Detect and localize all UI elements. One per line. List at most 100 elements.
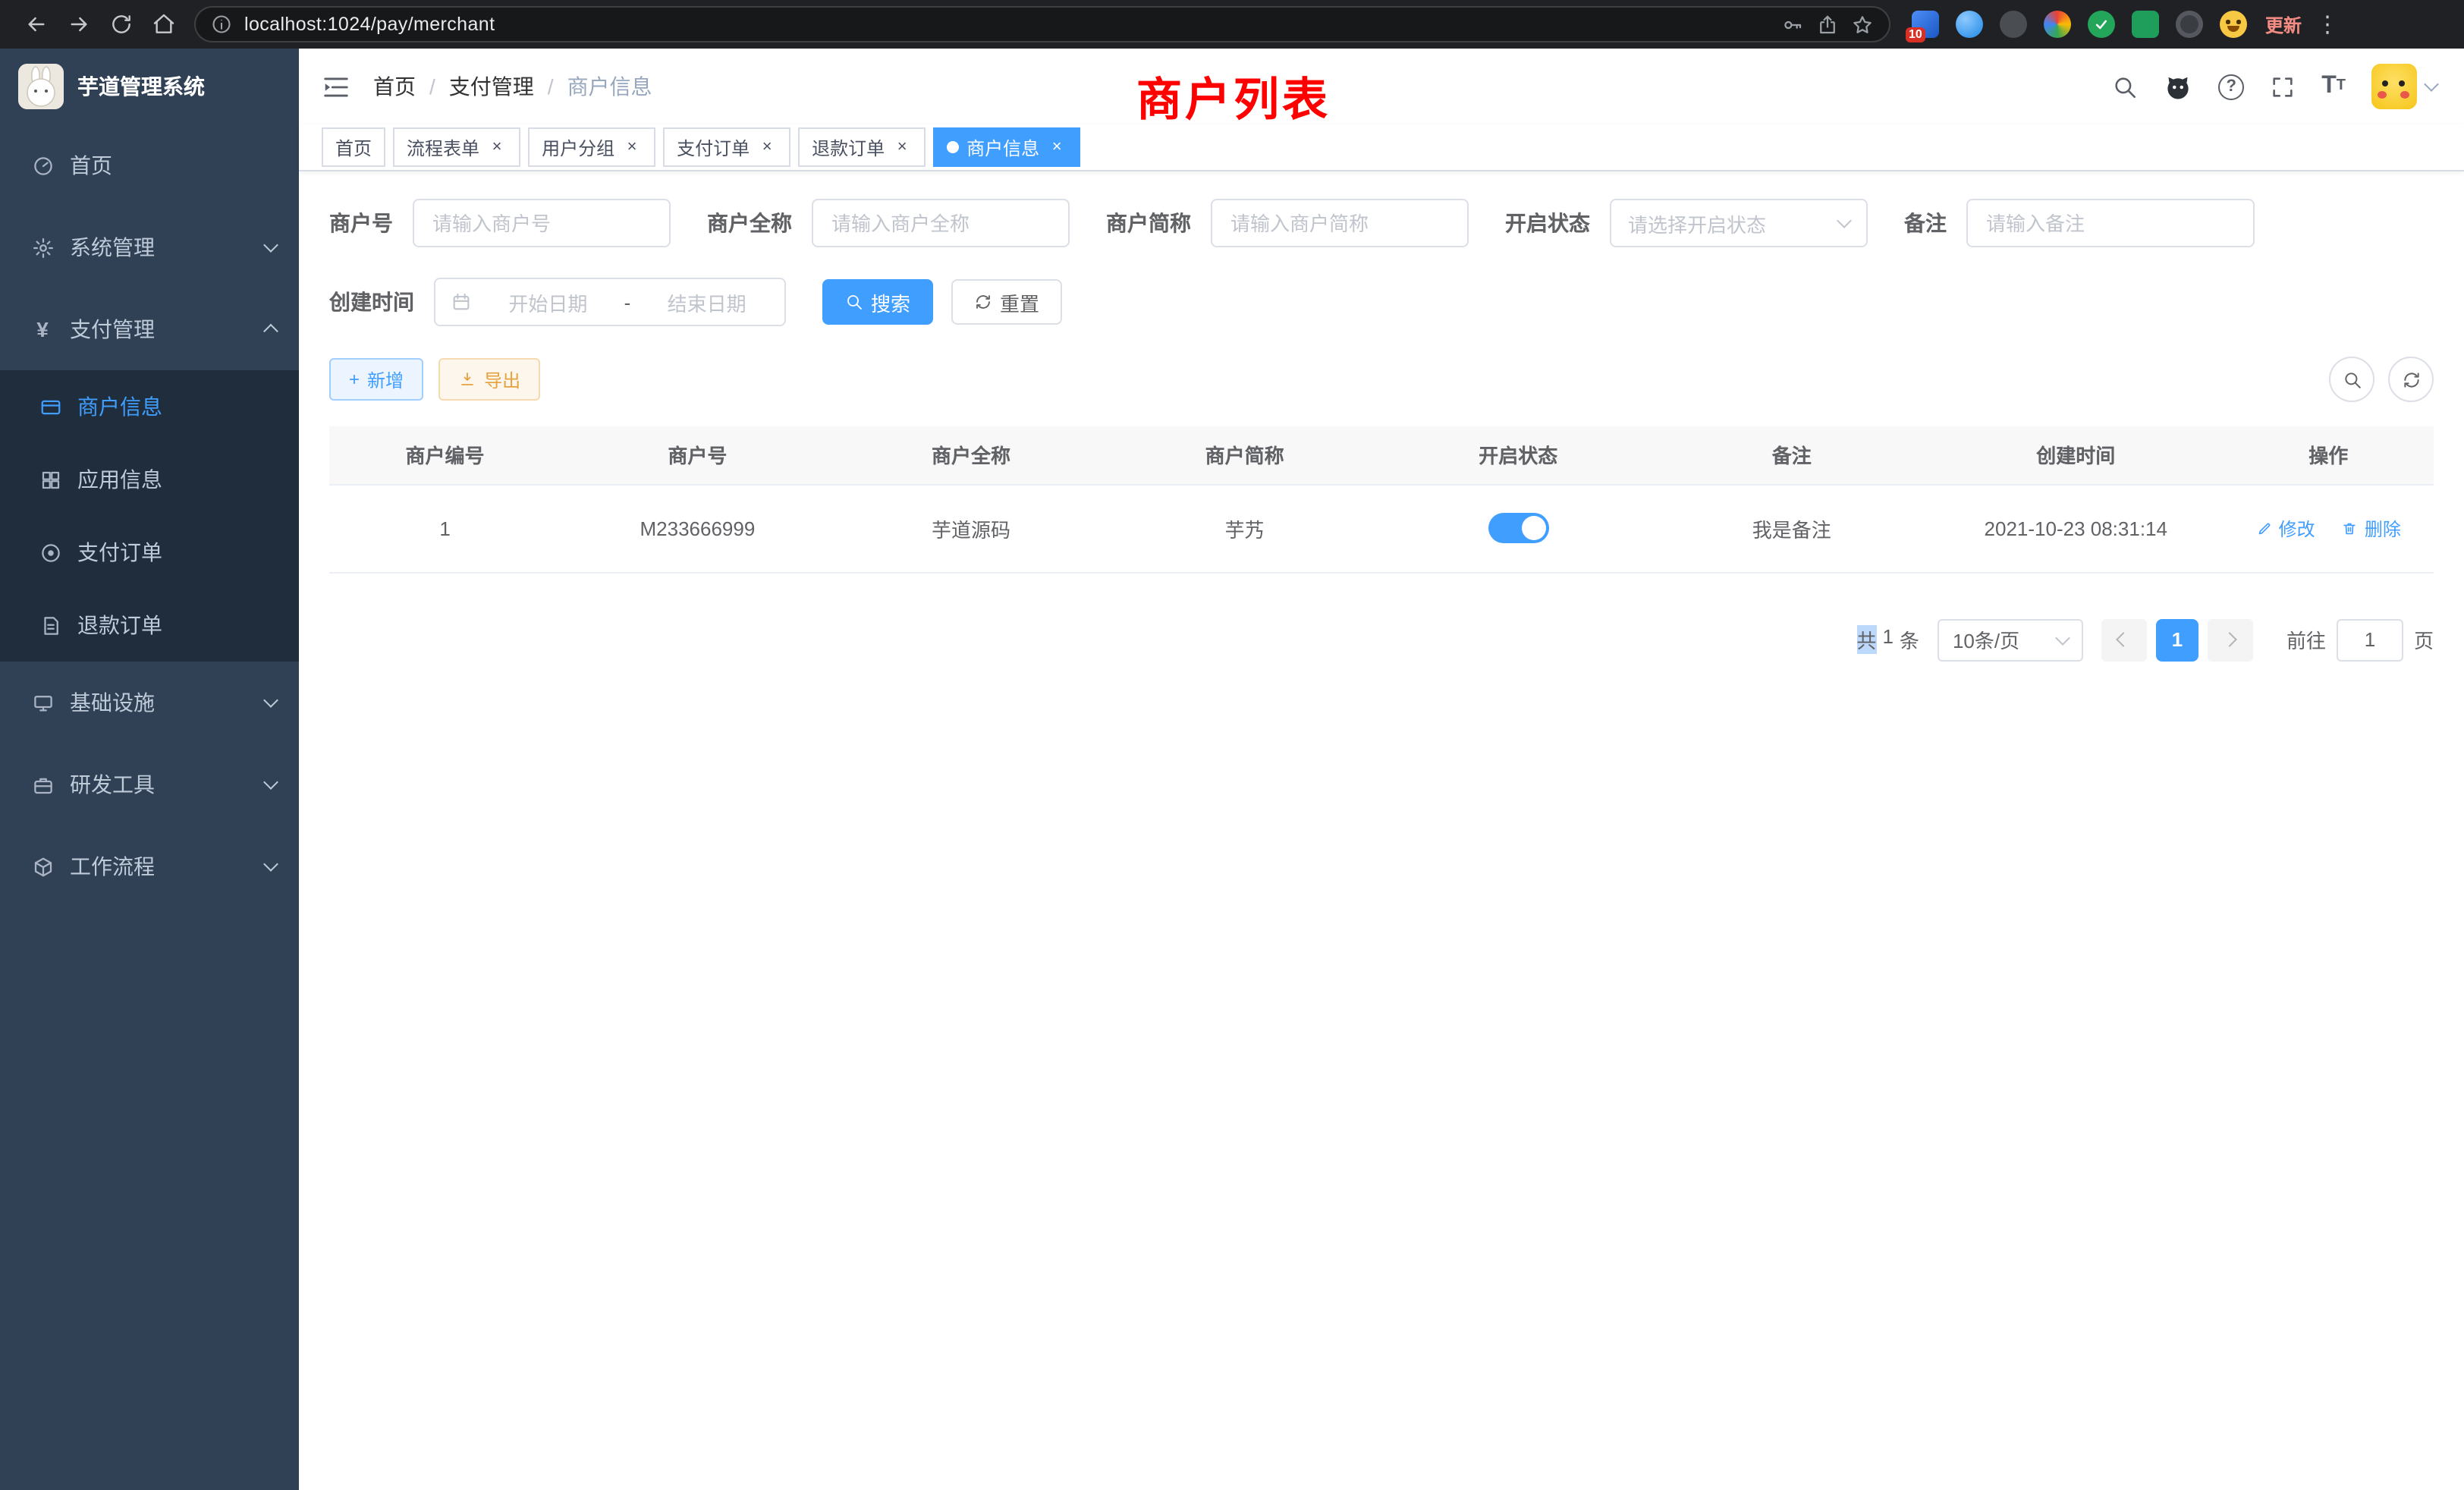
browser-menu-icon[interactable]: ⋮: [2314, 11, 2341, 38]
user-avatar-menu[interactable]: [2371, 64, 2437, 109]
fullscreen-icon[interactable]: [2270, 74, 2296, 99]
page-number-1[interactable]: 1: [2156, 618, 2198, 661]
bookmark-star-icon[interactable]: [1851, 13, 1874, 36]
close-icon[interactable]: ×: [757, 137, 777, 157]
browser-reload-icon[interactable]: [100, 3, 143, 46]
table-tools: [2329, 357, 2434, 402]
extension-badge: 10: [1906, 27, 1925, 42]
short-name-input[interactable]: [1211, 199, 1469, 247]
help-icon[interactable]: ?: [2218, 74, 2244, 99]
sidebar-item-system[interactable]: 系统管理: [0, 206, 299, 288]
close-icon[interactable]: ×: [487, 137, 507, 157]
browser-profile-avatar[interactable]: [2220, 11, 2247, 38]
tab-flow-form[interactable]: 流程表单 ×: [393, 127, 520, 167]
reset-button-label: 重置: [1000, 288, 1039, 316]
cube-icon: [29, 855, 56, 878]
payment-submenu: 商户信息 应用信息 支付订单: [0, 370, 299, 662]
navbar-tools: ? TT: [2112, 64, 2464, 109]
add-button[interactable]: + 新增: [329, 358, 423, 401]
chevron-down-icon: [2424, 77, 2439, 92]
github-icon[interactable]: [2164, 72, 2192, 101]
merchant-no-input[interactable]: [413, 199, 671, 247]
app-logo[interactable]: 芋道管理系统: [0, 49, 299, 124]
page-info-icon[interactable]: [211, 14, 232, 35]
search-icon[interactable]: [2112, 74, 2138, 99]
cell-full-name: 芋道源码: [834, 484, 1108, 572]
sidebar-item-label: 支付管理: [70, 314, 155, 344]
status-toggle[interactable]: [1488, 513, 1548, 543]
breadcrumb-separator: /: [548, 74, 554, 99]
tab-user-group[interactable]: 用户分组 ×: [528, 127, 655, 167]
sidebar-item-refund-order[interactable]: 退款订单: [0, 589, 299, 662]
merchant-table: 商户编号 商户号 商户全称 商户简称 开启状态 备注 创建时间 操作 1: [329, 426, 2434, 573]
sidebar-toggle-icon[interactable]: [299, 49, 373, 124]
sidebar-item-dev-tools[interactable]: 研发工具: [0, 743, 299, 825]
extension-icon-green-check[interactable]: [2088, 11, 2115, 38]
extension-icon-blue[interactable]: 10: [1912, 11, 1939, 38]
tab-pay-order[interactable]: 支付订单 ×: [663, 127, 790, 167]
create-time-range-picker[interactable]: 开始日期 - 结束日期: [434, 278, 786, 326]
yen-icon: ¥: [29, 317, 56, 341]
column-header: 备注: [1655, 426, 1929, 484]
chevron-down-icon: [263, 237, 278, 253]
sidebar-item-merchant-info[interactable]: 商户信息: [0, 370, 299, 443]
browser-back-icon[interactable]: [15, 3, 58, 46]
address-bar[interactable]: localhost:1024/pay/merchant: [194, 6, 1890, 42]
refresh-icon[interactable]: [2388, 357, 2434, 402]
extension-icon-droplet[interactable]: [1956, 11, 1983, 38]
next-page-button[interactable]: [2208, 618, 2253, 661]
page-size-select[interactable]: 10条/页: [1938, 618, 2083, 661]
browser-update-button[interactable]: 更新: [2265, 11, 2302, 37]
tab-refund-order[interactable]: 退款订单 ×: [798, 127, 926, 167]
cell-remark: 我是备注: [1655, 484, 1929, 572]
sidebar-item-infrastructure[interactable]: 基础设施: [0, 662, 299, 743]
table-header-row: 商户编号 商户号 商户全称 商户简称 开启状态 备注 创建时间 操作: [329, 426, 2434, 484]
page-content: 商户号 商户全称 商户简称 开启状态 请选择开启状态: [299, 171, 2464, 1490]
sidebar-item-payment[interactable]: ¥ 支付管理: [0, 288, 299, 370]
sidebar-item-workflow[interactable]: 工作流程: [0, 825, 299, 907]
browser-chrome: localhost:1024/pay/merchant 10: [0, 0, 2464, 49]
font-size-icon[interactable]: TT: [2321, 74, 2346, 99]
sidebar-item-pay-order[interactable]: 支付订单: [0, 516, 299, 589]
search-button[interactable]: 搜索: [822, 279, 933, 325]
breadcrumb-separator: /: [429, 74, 435, 99]
extension-icon-dark[interactable]: [2000, 11, 2027, 38]
breadcrumb-home[interactable]: 首页: [373, 71, 416, 102]
screen: localhost:1024/pay/merchant 10: [0, 0, 2464, 1490]
pagination-total: 共 1 条: [1856, 625, 1919, 654]
reset-button[interactable]: 重置: [951, 279, 1062, 325]
extension-icon-colorful[interactable]: [2044, 11, 2071, 38]
select-placeholder: 请选择开启状态: [1628, 209, 1766, 237]
top-navbar: 首页 / 支付管理 / 商户信息 商户列表 ?: [299, 49, 2464, 124]
chevron-down-icon: [1837, 213, 1852, 228]
tab-home[interactable]: 首页: [322, 127, 385, 167]
toggle-search-icon[interactable]: [2329, 357, 2374, 402]
sidebar-item-label: 首页: [70, 150, 112, 181]
breadcrumb: 首页 / 支付管理 / 商户信息: [373, 71, 652, 102]
main-area: 首页 / 支付管理 / 商户信息 商户列表 ?: [299, 49, 2464, 1490]
breadcrumb-pay[interactable]: 支付管理: [449, 71, 534, 102]
edit-link[interactable]: 修改: [2256, 515, 2315, 541]
sidebar-item-app-info[interactable]: 应用信息: [0, 443, 299, 516]
close-icon[interactable]: ×: [622, 137, 642, 157]
remark-input[interactable]: [1966, 199, 2255, 247]
close-icon[interactable]: ×: [1047, 137, 1067, 157]
status-select[interactable]: 请选择开启状态: [1610, 199, 1868, 247]
delete-link[interactable]: 删除: [2342, 515, 2401, 541]
extension-icon-green-square[interactable]: [2132, 11, 2159, 38]
password-key-icon[interactable]: [1781, 13, 1804, 36]
sidebar-item-home[interactable]: 首页: [0, 124, 299, 206]
prev-page-button[interactable]: [2101, 618, 2147, 661]
goto-page-input[interactable]: [2337, 618, 2403, 661]
browser-forward-icon[interactable]: [58, 3, 100, 46]
breadcrumb-current: 商户信息: [567, 71, 652, 102]
export-button[interactable]: 导出: [438, 358, 540, 401]
target-icon: [36, 541, 64, 564]
share-icon[interactable]: [1816, 13, 1839, 36]
tab-merchant-info[interactable]: 商户信息 ×: [933, 127, 1080, 167]
browser-home-icon[interactable]: [143, 3, 185, 46]
pagination: 共 1 条 10条/页 1 前: [329, 618, 2434, 661]
full-name-input[interactable]: [812, 199, 1070, 247]
extension-icon-knot[interactable]: [2176, 11, 2203, 38]
close-icon[interactable]: ×: [892, 137, 912, 157]
